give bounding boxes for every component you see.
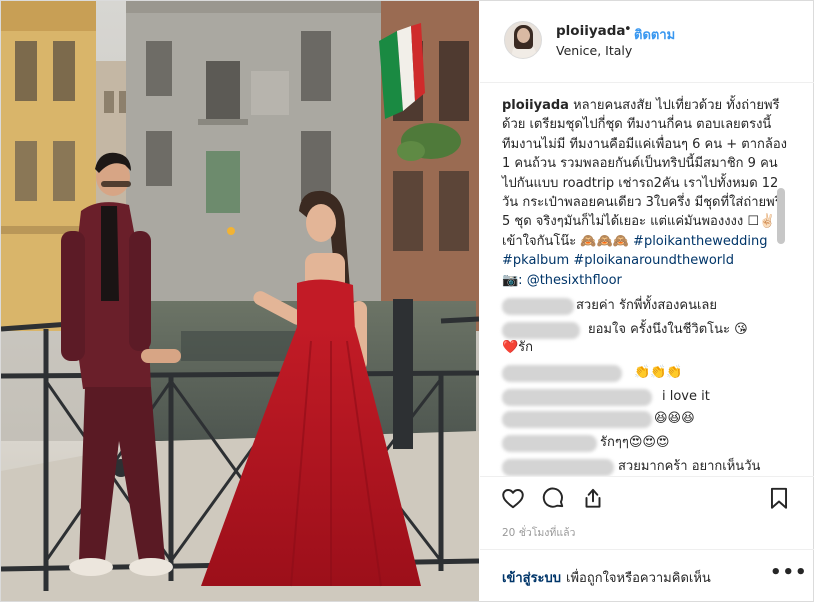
post-caption: ploiiyada หลายคนสงสัย ไปเที่ยวด้วย ทั้งถ…	[502, 96, 788, 290]
caption-username[interactable]: ploiiyada	[502, 98, 569, 113]
blurred-username	[502, 322, 580, 339]
comment-item: ยอมใจ ครั้งนึงในชีวิตโนะ 😘	[502, 320, 792, 340]
post-photo[interactable]	[1, 1, 479, 601]
blurred-username	[502, 459, 614, 476]
blurred-username	[502, 435, 597, 452]
comment-item: สวยมากคร้า อยากเห็นวัน	[502, 457, 792, 476]
share-icon[interactable]	[580, 485, 610, 515]
login-bar: เข้าสู่ระบบ เพื่อถูกใจหรือความคิดเห็น ••…	[480, 549, 814, 601]
hashtag-link[interactable]: #ploikanaroundtheworld	[573, 253, 734, 268]
post-side-panel: ploiiyada • ติดตาม Venice, Italy ploiiya…	[480, 1, 814, 601]
comment-item: รักๆๆ😍😍😍	[502, 433, 792, 453]
login-link[interactable]: เข้าสู่ระบบ	[502, 567, 561, 588]
blurred-username	[502, 389, 652, 406]
comment-text: i love it	[662, 389, 710, 404]
blurred-username	[502, 411, 652, 428]
comments-list[interactable]: ploiiyada หลายคนสงสัย ไปเที่ยวด้วย ทั้งถ…	[480, 84, 814, 476]
post-timestamp[interactable]: 20 ชั่วโมงที่แล้ว	[502, 524, 575, 541]
comment-text: รักๆๆ😍😍😍	[600, 435, 670, 450]
comment-bubble-icon[interactable]	[540, 485, 570, 515]
hashtag-link[interactable]: #pkalbum	[502, 253, 569, 268]
comment-text: 😆😆😆	[654, 411, 695, 426]
instagram-post-modal: ploiiyada • ติดตาม Venice, Italy ploiiya…	[0, 0, 814, 602]
caption-text: หลายคนสงสัย ไปเที่ยวด้วย ทั้งถ่ายพรีด้วย…	[502, 98, 788, 249]
photo-credit-link[interactable]: 📷: @thesixthfloor	[502, 273, 622, 288]
comment-item: 👏👏👏	[502, 363, 792, 383]
blurred-username	[502, 298, 574, 315]
venice-couple-photo	[1, 1, 479, 601]
comments-scrollbar[interactable]	[777, 188, 785, 244]
hashtag-link[interactable]: #ploikanthewedding	[633, 234, 767, 249]
comment-text: 👏👏👏	[634, 365, 683, 380]
comment-item: i love it	[502, 387, 792, 407]
separator-dot: •	[624, 22, 632, 37]
comment-text: สวยมากคร้า อยากเห็นวัน	[618, 459, 761, 474]
avatar[interactable]	[504, 21, 542, 59]
more-options-icon[interactable]: •••	[770, 562, 808, 583]
comment-text: สวยค่า รักพี่ทั้งสองคนเลย	[576, 298, 718, 313]
comment-text: ❤️รัก	[502, 340, 534, 355]
location-link[interactable]: Venice, Italy	[556, 43, 632, 58]
comment-text: ยอมใจ ครั้งนึงในชีวิตโนะ 😘	[588, 322, 748, 337]
comment-item: สวยค่า รักพี่ทั้งสองคนเลย	[502, 296, 792, 316]
blurred-username	[502, 365, 622, 382]
follow-button[interactable]: ติดตาม	[634, 24, 675, 45]
login-hint-text: เพื่อถูกใจหรือความคิดเห็น	[566, 571, 711, 586]
action-bar	[480, 476, 814, 524]
bookmark-icon[interactable]	[766, 485, 796, 515]
comment-item: ❤️รัก	[502, 338, 792, 358]
username-link[interactable]: ploiiyada	[556, 23, 626, 39]
heart-icon[interactable]	[500, 485, 530, 515]
post-header: ploiiyada • ติดตาม Venice, Italy	[480, 1, 814, 83]
comment-item: 😆😆😆	[502, 409, 792, 429]
